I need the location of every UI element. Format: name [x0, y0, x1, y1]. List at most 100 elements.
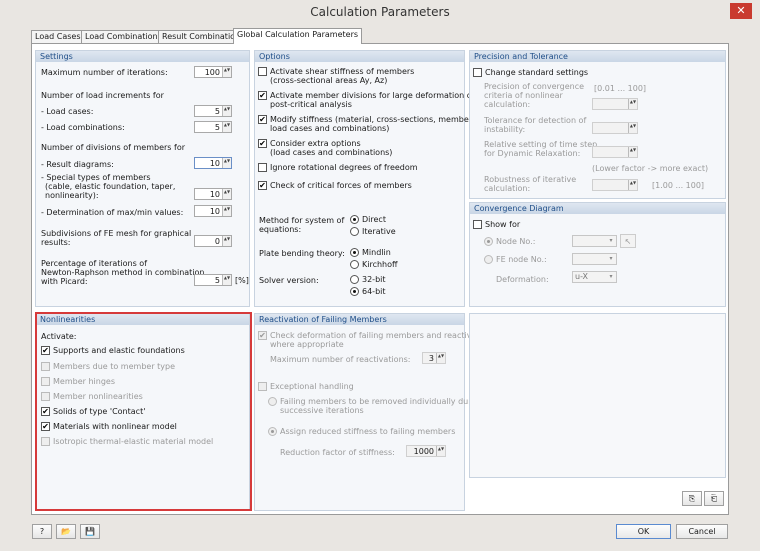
time-step-input[interactable]: ▲▼ — [592, 146, 638, 158]
convergence-panel: Convergence Diagram Show for Node No.: ▾… — [469, 202, 726, 307]
precision-label-1a: Precision of convergence — [484, 82, 585, 91]
method-direct-radio[interactable] — [350, 215, 359, 224]
ignore-rotational-checkbox[interactable] — [258, 163, 267, 172]
precision-title: Precision and Tolerance — [470, 51, 725, 62]
result-diagrams-value: 10 — [209, 159, 220, 168]
special-types-input[interactable]: 10 ▲▼ — [194, 188, 232, 200]
tolerance-label-2: instability: — [484, 125, 526, 134]
spin-arrows-icon[interactable]: ▲▼ — [436, 353, 445, 363]
method-iterative-radio[interactable] — [350, 227, 359, 236]
help-icon[interactable]: ? — [32, 524, 52, 539]
export-icon[interactable]: ⎘ — [682, 491, 702, 506]
solver-64bit-radio[interactable] — [350, 287, 359, 296]
deformation-label: Deformation: — [496, 275, 549, 284]
check-deformation-checkbox[interactable]: ✔ — [258, 331, 267, 340]
exceptional-handling-checkbox[interactable] — [258, 382, 267, 391]
precision-label-1c: calculation: — [484, 100, 531, 109]
spin-arrows-icon[interactable]: ▲▼ — [222, 122, 231, 132]
spin-arrows-icon[interactable]: ▲▼ — [222, 189, 231, 199]
open-folder-icon[interactable]: 📂 — [56, 524, 76, 539]
import-icon[interactable]: ⎗ — [704, 491, 724, 506]
max-iterations-label: Maximum number of iterations: — [41, 68, 168, 77]
tab-load-combinations[interactable]: Load Combinations — [81, 30, 166, 43]
show-for-checkbox[interactable] — [473, 220, 482, 229]
spin-arrows-icon[interactable]: ▲▼ — [628, 180, 637, 190]
check-deformation-label-1: Check deformation of failing members and… — [270, 331, 485, 340]
solver-64bit-label: 64-bit — [362, 287, 386, 296]
load-increments-label: Number of load increments for — [41, 91, 164, 100]
precision-input[interactable]: ▲▼ — [592, 98, 638, 110]
maxmin-label: - Determination of max/min values: — [41, 208, 184, 217]
spin-arrows-icon[interactable]: ▲▼ — [628, 99, 637, 109]
change-settings-label: Change standard settings — [485, 68, 589, 77]
deformation-combo[interactable]: u-X ▾ — [572, 271, 617, 283]
node-no-combo[interactable]: ▾ — [572, 235, 617, 247]
subdivisions-label-1: Subdivisions of FE mesh for graphical — [41, 229, 192, 238]
reactivation-panel: Reactivation of Failing Members ✔ Check … — [254, 313, 484, 511]
tab-global-calculation-parameters[interactable]: Global Calculation Parameters — [233, 28, 363, 44]
chevron-down-icon[interactable]: ▾ — [606, 272, 616, 282]
max-reactivations-input[interactable]: 3 ▲▼ — [422, 352, 446, 364]
result-diagrams-input[interactable]: 10 ▲▼ — [194, 157, 232, 169]
save-icon[interactable]: 💾 — [80, 524, 100, 539]
options-title: Options — [255, 51, 464, 62]
fe-node-no-combo[interactable]: ▾ — [572, 253, 617, 265]
solver-32bit-label: 32-bit — [362, 275, 386, 284]
empty-panel — [469, 313, 726, 478]
plate-kirchhoff-radio[interactable] — [350, 260, 359, 269]
precision-label-1b: criteria of nonlinear — [484, 91, 563, 100]
spin-arrows-icon[interactable]: ▲▼ — [628, 123, 637, 133]
extra-options-checkbox[interactable]: ✔ — [258, 139, 267, 148]
shear-stiffness-checkbox[interactable] — [258, 67, 267, 76]
member-divisions-label-1: Activate member divisions for large defo… — [270, 91, 475, 100]
tab-load-cases[interactable]: Load Cases — [31, 30, 85, 43]
spin-arrows-icon[interactable]: ▲▼ — [436, 446, 445, 456]
subdivisions-input[interactable]: 0 ▲▼ — [194, 235, 232, 247]
node-no-radio[interactable] — [484, 237, 493, 246]
maxmin-input[interactable]: 10 ▲▼ — [194, 205, 232, 217]
chevron-down-icon[interactable]: ▾ — [606, 236, 616, 246]
robustness-input[interactable]: ▲▼ — [592, 179, 638, 191]
member-divisions-checkbox[interactable]: ✔ — [258, 91, 267, 100]
tolerance-input[interactable]: ▲▼ — [592, 122, 638, 134]
deformation-value: u-X — [575, 272, 589, 281]
spin-arrows-icon[interactable]: ▲▼ — [222, 275, 231, 285]
shear-stiffness-label-2: (cross-sectional areas Ay, Az) — [270, 76, 388, 85]
max-iterations-input[interactable]: 100 ▲▼ — [194, 66, 232, 78]
percentage-input[interactable]: 5 ▲▼ — [194, 274, 232, 286]
extra-options-label-2: (load cases and combinations) — [270, 148, 393, 157]
solver-32bit-radio[interactable] — [350, 275, 359, 284]
cancel-button[interactable]: Cancel — [676, 524, 728, 539]
plate-mindlin-radio[interactable] — [350, 248, 359, 257]
spin-arrows-icon[interactable]: ▲▼ — [222, 206, 231, 216]
load-cases-label: - Load cases: — [41, 107, 94, 116]
spin-arrows-icon[interactable]: ▲▼ — [222, 158, 231, 168]
extra-options-label-1: Consider extra options — [270, 139, 361, 148]
load-cases-value: 5 — [214, 107, 220, 116]
percentage-label-1: Percentage of iterations of — [41, 259, 148, 268]
spin-arrows-icon[interactable]: ▲▼ — [222, 67, 231, 77]
pick-node-icon[interactable]: ↖ — [620, 234, 636, 248]
change-settings-checkbox[interactable] — [473, 68, 482, 77]
reduced-stiffness-radio[interactable] — [268, 427, 277, 436]
spin-arrows-icon[interactable]: ▲▼ — [628, 147, 637, 157]
percentage-unit: [%] — [235, 276, 249, 285]
method-label-2: equations: — [259, 225, 302, 234]
chevron-down-icon[interactable]: ▾ — [606, 254, 616, 264]
modify-stiffness-checkbox[interactable]: ✔ — [258, 115, 267, 124]
close-icon[interactable]: ✕ — [730, 3, 752, 19]
load-cases-input[interactable]: 5 ▲▼ — [194, 105, 232, 117]
reduction-factor-input[interactable]: 1000 ▲▼ — [406, 445, 446, 457]
fe-node-no-radio[interactable] — [484, 255, 493, 264]
shear-stiffness-label-1: Activate shear stiffness of members — [270, 67, 415, 76]
spin-arrows-icon[interactable]: ▲▼ — [222, 106, 231, 116]
plate-mindlin-label: Mindlin — [362, 248, 391, 257]
spin-arrows-icon[interactable]: ▲▼ — [222, 236, 231, 246]
modify-stiffness-label-1: Modify stiffness (material, cross-sectio… — [270, 115, 479, 124]
fe-node-no-label: FE node No.: — [496, 255, 547, 264]
ok-button[interactable]: OK — [616, 524, 671, 539]
remove-individually-radio[interactable] — [268, 397, 277, 406]
title-bar: Calculation Parameters ✕ — [0, 0, 760, 24]
critical-forces-checkbox[interactable]: ✔ — [258, 181, 267, 190]
load-combinations-input[interactable]: 5 ▲▼ — [194, 121, 232, 133]
